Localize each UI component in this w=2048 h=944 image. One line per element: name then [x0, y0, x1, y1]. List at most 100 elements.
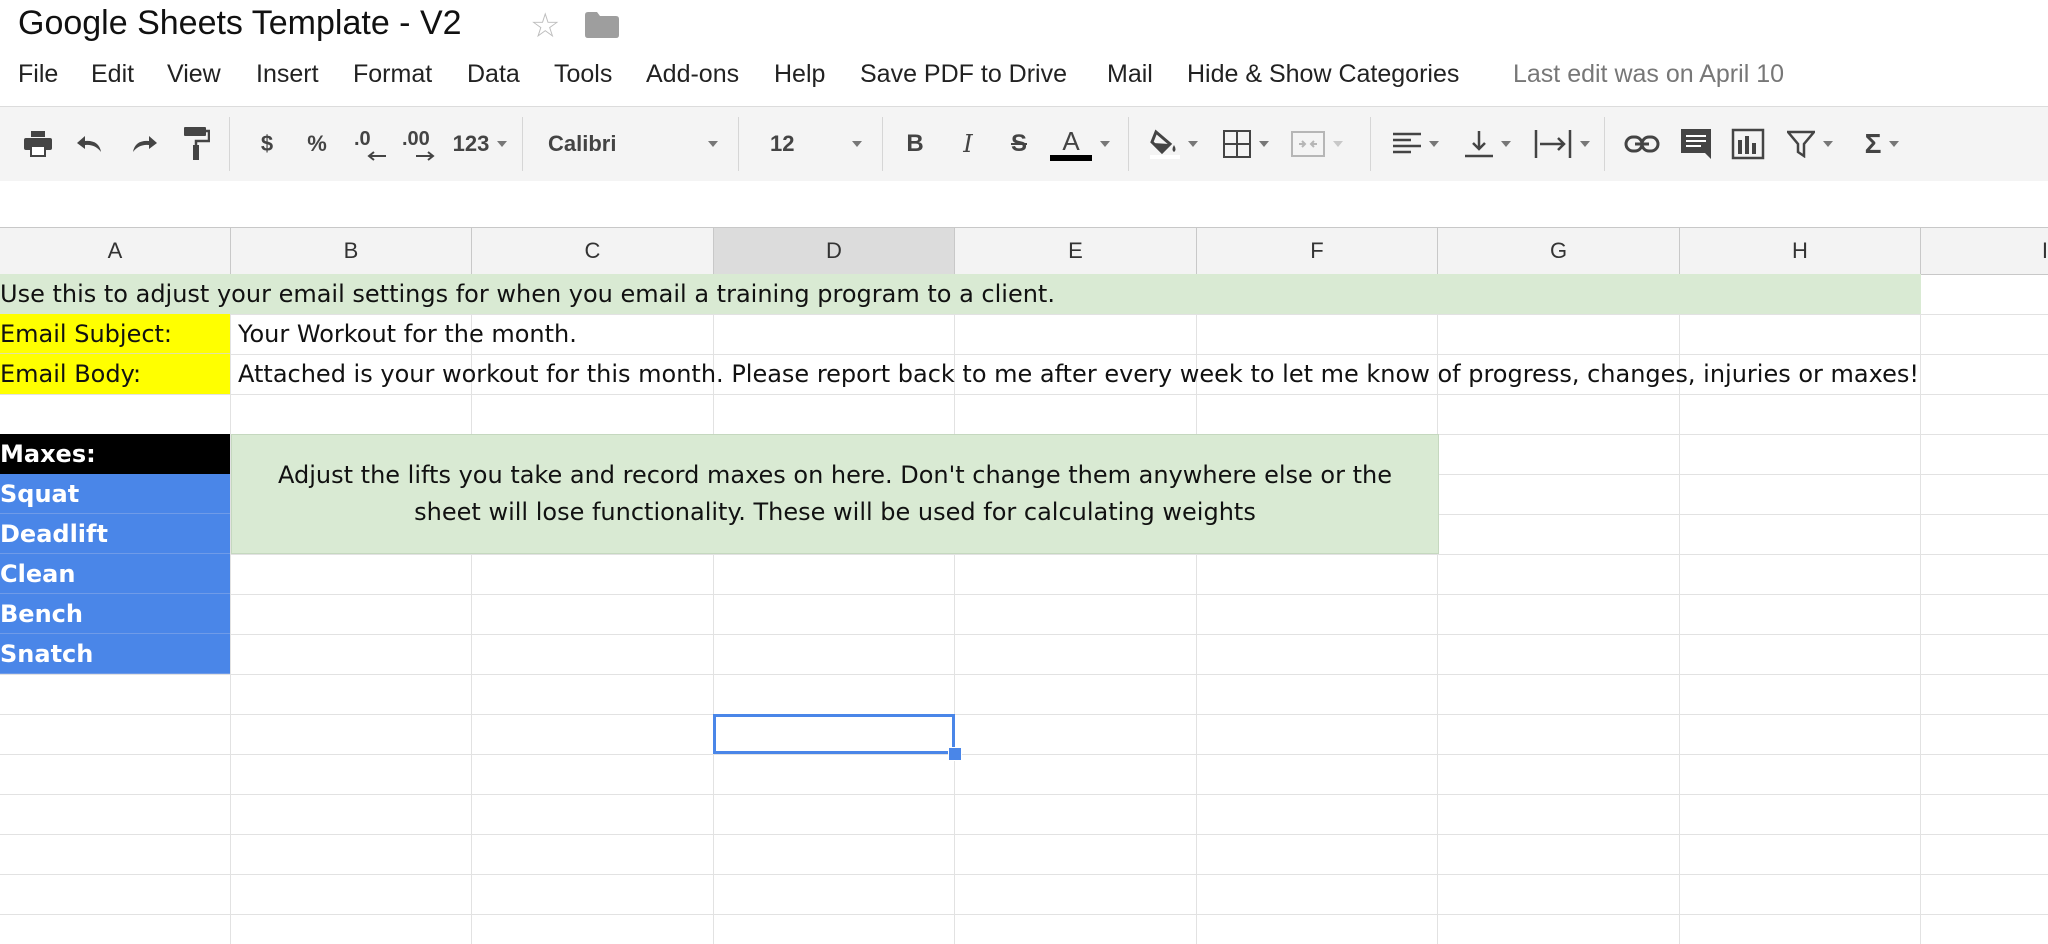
star-icon[interactable]: ☆ — [530, 6, 560, 46]
document-title[interactable]: Google Sheets Template - V2 — [18, 4, 462, 43]
horizontal-align-button[interactable] — [1386, 107, 1446, 181]
align-bottom-icon — [1465, 131, 1493, 158]
menu-insert[interactable]: Insert — [256, 60, 319, 89]
borders-icon — [1223, 130, 1251, 158]
functions-label: Σ — [1864, 128, 1882, 159]
print-icon[interactable] — [18, 107, 58, 181]
filter-icon — [1787, 130, 1815, 158]
fill-color-button[interactable] — [1144, 107, 1204, 181]
undo-icon[interactable] — [70, 107, 110, 181]
menu-mail[interactable]: Mail — [1107, 60, 1153, 89]
text-color-label: A — [1062, 126, 1080, 156]
increase-decimal-label: .00 — [402, 128, 430, 150]
menu-addons[interactable]: Add-ons — [646, 60, 739, 89]
functions-button[interactable]: Σ — [1854, 107, 1910, 181]
text-color-button[interactable]: A — [1048, 107, 1112, 181]
chevron-down-icon — [1823, 141, 1833, 147]
email-settings-banner[interactable]: Use this to adjust your email settings f… — [0, 274, 1921, 314]
column-header-g[interactable]: G — [1438, 228, 1680, 274]
chevron-down-icon — [1429, 141, 1439, 147]
menu-format[interactable]: Format — [353, 60, 432, 89]
filter-button[interactable] — [1780, 107, 1840, 181]
percent-format-button[interactable]: % — [302, 107, 332, 181]
chevron-down-icon — [852, 141, 862, 147]
last-edit-status[interactable]: Last edit was on April 10 — [1513, 60, 1784, 89]
title-bar: Google Sheets Template - V2 ☆ — [0, 0, 2048, 52]
strikethrough-button[interactable]: S — [1004, 107, 1034, 181]
lift-bench[interactable]: Bench — [0, 594, 230, 634]
maxes-header[interactable]: Maxes: — [0, 434, 230, 474]
borders-button[interactable] — [1216, 107, 1276, 181]
menu-save-pdf-to-drive[interactable]: Save PDF to Drive — [860, 60, 1067, 89]
lift-clean[interactable]: Clean — [0, 554, 230, 594]
toolbar: $ % .0 .00 123 Calibri 12 B I S A Σ — [0, 106, 2048, 182]
insert-chart-button[interactable] — [1726, 107, 1770, 181]
sheet-grid[interactable]: Use this to adjust your email settings f… — [0, 274, 2048, 944]
folder-icon[interactable] — [585, 12, 619, 43]
align-left-icon — [1393, 132, 1421, 154]
comment-icon — [1681, 129, 1711, 159]
menu-view[interactable]: View — [167, 60, 221, 89]
more-formats-label: 123 — [452, 131, 490, 156]
menu-tools[interactable]: Tools — [554, 60, 612, 89]
chevron-down-icon — [1259, 141, 1269, 147]
email-body-label[interactable]: Email Body: — [0, 354, 230, 394]
maxes-instructions-note[interactable]: Adjust the lifts you take and record max… — [231, 434, 1439, 554]
selected-cell[interactable] — [713, 714, 955, 754]
insert-comment-button[interactable] — [1676, 107, 1716, 181]
menu-bar: File Edit View Insert Format Data Tools … — [0, 56, 2048, 92]
link-icon — [1624, 135, 1660, 153]
italic-button[interactable]: I — [953, 107, 983, 181]
email-body-value[interactable]: Attached is your workout for this month.… — [238, 354, 1919, 394]
email-subject-label[interactable]: Email Subject: — [0, 314, 230, 354]
increase-decimal-button[interactable]: .00 — [398, 107, 442, 181]
chevron-down-icon — [1889, 141, 1900, 147]
chevron-down-icon — [1501, 141, 1511, 147]
lift-deadlift[interactable]: Deadlift — [0, 514, 230, 554]
font-size-select[interactable]: 12 — [770, 119, 862, 169]
redo-icon[interactable] — [124, 107, 164, 181]
text-color-swatch — [1050, 155, 1092, 161]
column-header-i[interactable]: I — [1921, 228, 2048, 274]
bold-button[interactable]: B — [900, 107, 930, 181]
chevron-down-icon — [1333, 141, 1343, 147]
font-size-value: 12 — [770, 131, 795, 156]
decrease-decimal-button[interactable]: .0 — [350, 107, 390, 181]
column-header-e[interactable]: E — [955, 228, 1197, 274]
vertical-align-button[interactable] — [1458, 107, 1518, 181]
fill-handle[interactable] — [948, 747, 962, 761]
more-formats-button[interactable]: 123 — [450, 107, 510, 181]
maxes-instructions-text: Adjust the lifts you take and record max… — [278, 461, 1392, 526]
lift-snatch[interactable]: Snatch — [0, 634, 230, 674]
chart-icon — [1731, 128, 1765, 160]
menu-help[interactable]: Help — [774, 60, 825, 89]
arrow-left-icon — [367, 151, 386, 161]
chevron-down-icon — [1100, 141, 1110, 147]
column-header-b[interactable]: B — [231, 228, 472, 274]
currency-format-button[interactable]: $ — [252, 107, 282, 181]
menu-data[interactable]: Data — [467, 60, 520, 89]
column-header-h[interactable]: H — [1680, 228, 1921, 274]
column-header-c[interactable]: C — [472, 228, 714, 274]
menu-file[interactable]: File — [18, 60, 58, 89]
column-header-f[interactable]: F — [1197, 228, 1438, 274]
formula-bar-area[interactable] — [0, 181, 2048, 227]
paint-bucket-icon — [1150, 129, 1180, 159]
chevron-down-icon — [1188, 141, 1198, 147]
font-family-select[interactable]: Calibri — [548, 119, 718, 169]
column-headers: A B C D E F G H I — [0, 227, 2048, 275]
chevron-down-icon — [497, 141, 508, 147]
chevron-down-icon — [1580, 141, 1590, 147]
text-overflow-icon — [1534, 130, 1572, 158]
lift-squat[interactable]: Squat — [0, 474, 230, 514]
text-wrapping-button[interactable] — [1530, 107, 1594, 181]
menu-edit[interactable]: Edit — [91, 60, 134, 89]
column-header-d[interactable]: D — [714, 228, 955, 274]
insert-link-button[interactable] — [1620, 107, 1664, 181]
font-family-value: Calibri — [548, 131, 617, 156]
column-header-a[interactable]: A — [0, 228, 231, 274]
email-subject-value[interactable]: Your Workout for the month. — [238, 314, 577, 354]
menu-hide-show-categories[interactable]: Hide & Show Categories — [1187, 60, 1459, 89]
paint-format-icon[interactable] — [176, 107, 216, 181]
merge-cells-button[interactable] — [1284, 107, 1350, 181]
